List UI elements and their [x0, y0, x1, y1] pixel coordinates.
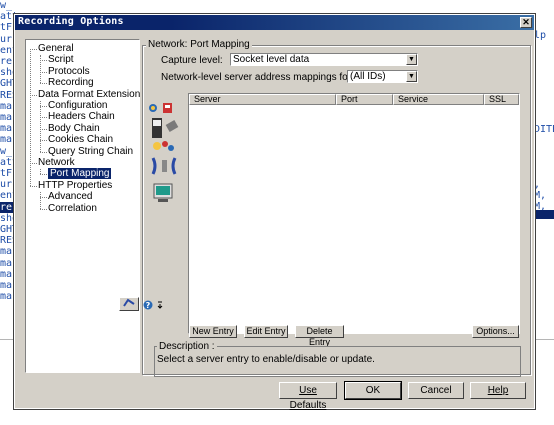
tree-connector: [30, 49, 31, 186]
options-tree: General Script Protocols Recording Data Form…: [25, 39, 140, 373]
help-button[interactable]: Help: [470, 382, 526, 399]
table-header: Server Port Service SSL: [189, 94, 519, 105]
use-defaults-label: Use Defaults: [289, 385, 327, 411]
tree-item-port-mapping[interactable]: Port Mapping: [48, 168, 112, 180]
capture-level-label: Capture level:: [161, 55, 223, 66]
background-code-line: M,: [534, 190, 547, 201]
tree-connector: [40, 208, 47, 210]
background-code-line: ,: [534, 179, 541, 190]
background-code-line: DITE: [534, 124, 554, 135]
background-code-line: [534, 146, 554, 157]
tree-connector: [40, 117, 47, 119]
tree-item-cookies-chain[interactable]: Cookies Chain: [48, 134, 113, 145]
tree-connector: [30, 163, 37, 164]
capture-level-select[interactable]: Socket level data ▼: [230, 53, 418, 66]
tree-connector: [40, 106, 47, 107]
chevron-down-icon[interactable]: ▼: [406, 54, 417, 65]
mappings-for-label: Network-level server address mappings fo…: [161, 72, 357, 83]
column-header-port[interactable]: Port: [336, 94, 393, 105]
help-label: Help: [487, 385, 509, 396]
capture-level-value: Socket level data: [233, 54, 310, 65]
title-bar: Recording Options ✕: [15, 15, 534, 30]
ok-button[interactable]: OK: [344, 381, 402, 400]
background-code-line: [534, 157, 554, 168]
help-icon[interactable]: ?: [143, 300, 153, 310]
tree-connector: [40, 169, 41, 175]
tree-item-query-string-chain[interactable]: Query String Chain: [48, 146, 133, 157]
mappings-for-value: (All IDs): [350, 71, 386, 82]
tree-item-headers-chain[interactable]: Headers Chain: [48, 111, 115, 122]
port-mapping-table[interactable]: Server Port Service SSL: [188, 93, 520, 334]
tree-item-http-properties[interactable]: HTTP Properties: [38, 180, 112, 191]
dropdown-arrow-icon[interactable]: [157, 300, 163, 310]
tree-item-general[interactable]: General: [38, 43, 74, 54]
tree-connector: [40, 140, 47, 142]
recording-options-dialog: Recording Options ✕ General Script Protoco…: [13, 13, 536, 411]
column-header-service[interactable]: Service: [393, 94, 484, 105]
tree-connector: [40, 71, 47, 73]
tree-connector: [30, 49, 37, 50]
background-code-line: [534, 168, 554, 179]
tree-connector: [40, 128, 47, 130]
tree-connector: [40, 100, 41, 152]
options-button[interactable]: Options...: [472, 325, 519, 338]
edit-entry-button[interactable]: Edit Entry: [244, 325, 288, 338]
tree-item-network[interactable]: Network: [38, 157, 75, 168]
tree-connector: [40, 60, 47, 62]
column-header-ssl[interactable]: SSL: [484, 94, 519, 105]
tree-item-script[interactable]: Script: [48, 54, 74, 65]
group-title: Network: Port Mapping: [146, 39, 252, 50]
tree-connector: [40, 83, 47, 85]
tree-connector: [40, 191, 41, 209]
tree-connector: [30, 185, 37, 187]
new-entry-button[interactable]: New Entry: [189, 325, 237, 338]
description-text: Select a server entry to enable/disable …: [157, 354, 375, 365]
tree-item-data-format-extension[interactable]: Data Format Extension: [38, 89, 140, 100]
tree-item-configuration[interactable]: Configuration: [48, 100, 107, 111]
tree-item-protocols[interactable]: Protocols: [48, 66, 90, 77]
tree-connector: [40, 197, 47, 199]
tree-connector: [30, 94, 37, 96]
tree-item-body-chain[interactable]: Body Chain: [48, 123, 100, 134]
network-icons-icon: [149, 103, 179, 202]
tree-item-recording[interactable]: Recording: [48, 77, 94, 88]
svg-text:?: ?: [146, 301, 151, 310]
tree-connector: [40, 55, 41, 84]
delete-entry-button[interactable]: Delete Entry: [295, 325, 344, 347]
cancel-button[interactable]: Cancel: [408, 382, 464, 399]
background-code-line: [534, 135, 554, 146]
background-code-line: w_: [0, 0, 13, 11]
tree-item-correlation[interactable]: Correlation: [48, 203, 97, 214]
mappings-for-select[interactable]: (All IDs) ▼: [347, 70, 418, 83]
recorder-icon: [123, 298, 135, 307]
chevron-down-icon[interactable]: ▼: [406, 71, 417, 82]
tree-connector: [40, 174, 47, 176]
tree-connector: [40, 151, 47, 153]
tree-item-advanced[interactable]: Advanced: [48, 191, 92, 202]
close-button[interactable]: ✕: [520, 17, 532, 28]
column-header-server[interactable]: Server: [189, 94, 336, 105]
window-title: Recording Options: [18, 16, 124, 27]
description-title: Description :: [157, 341, 217, 352]
recorder-button[interactable]: [119, 297, 139, 311]
use-defaults-button[interactable]: Use Defaults: [279, 382, 337, 411]
